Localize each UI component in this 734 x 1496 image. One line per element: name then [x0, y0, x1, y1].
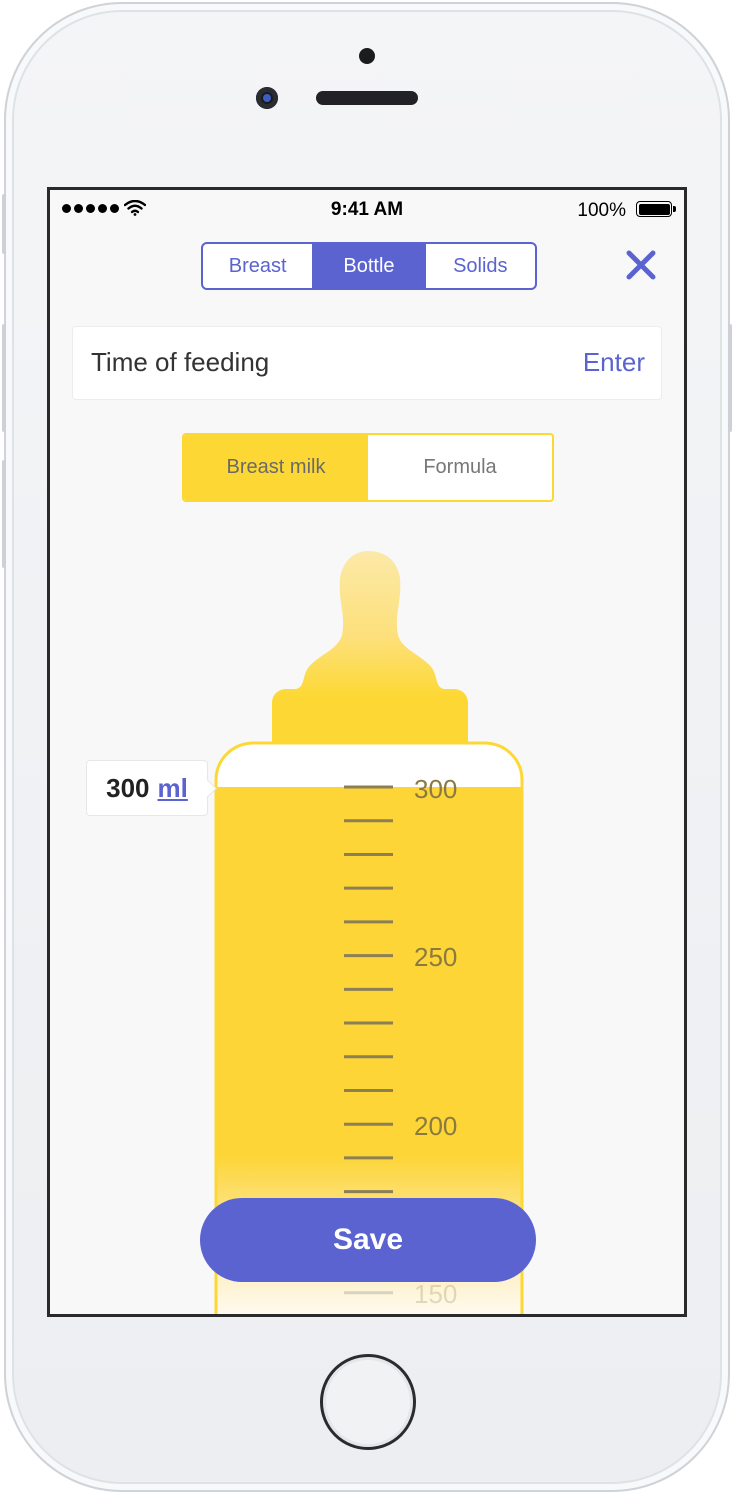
- scale-label-300: 300: [414, 774, 458, 804]
- home-button[interactable]: [320, 1354, 416, 1450]
- scale-label-250: 250: [414, 942, 458, 972]
- volume-readout[interactable]: 300 ml: [86, 760, 208, 816]
- earpiece-speaker: [316, 91, 418, 105]
- app-screen: 9:41 AM 100% Breast Bottle Solids Time o…: [47, 187, 687, 1317]
- proximity-sensor: [359, 48, 375, 64]
- scale-label-200: 200: [414, 1111, 458, 1141]
- front-camera: [256, 87, 278, 109]
- save-button[interactable]: Save: [200, 1198, 536, 1282]
- volume-up-button: [2, 324, 6, 432]
- volume-amount: 300: [106, 772, 150, 803]
- scale-label-150: 150: [414, 1279, 458, 1309]
- volume-down-button: [2, 460, 6, 568]
- bottle-illustration[interactable]: [50, 190, 684, 1314]
- mute-switch: [2, 194, 6, 254]
- bottle-nipple: [272, 551, 468, 745]
- power-button: [728, 324, 732, 432]
- volume-unit-link[interactable]: ml: [158, 773, 188, 804]
